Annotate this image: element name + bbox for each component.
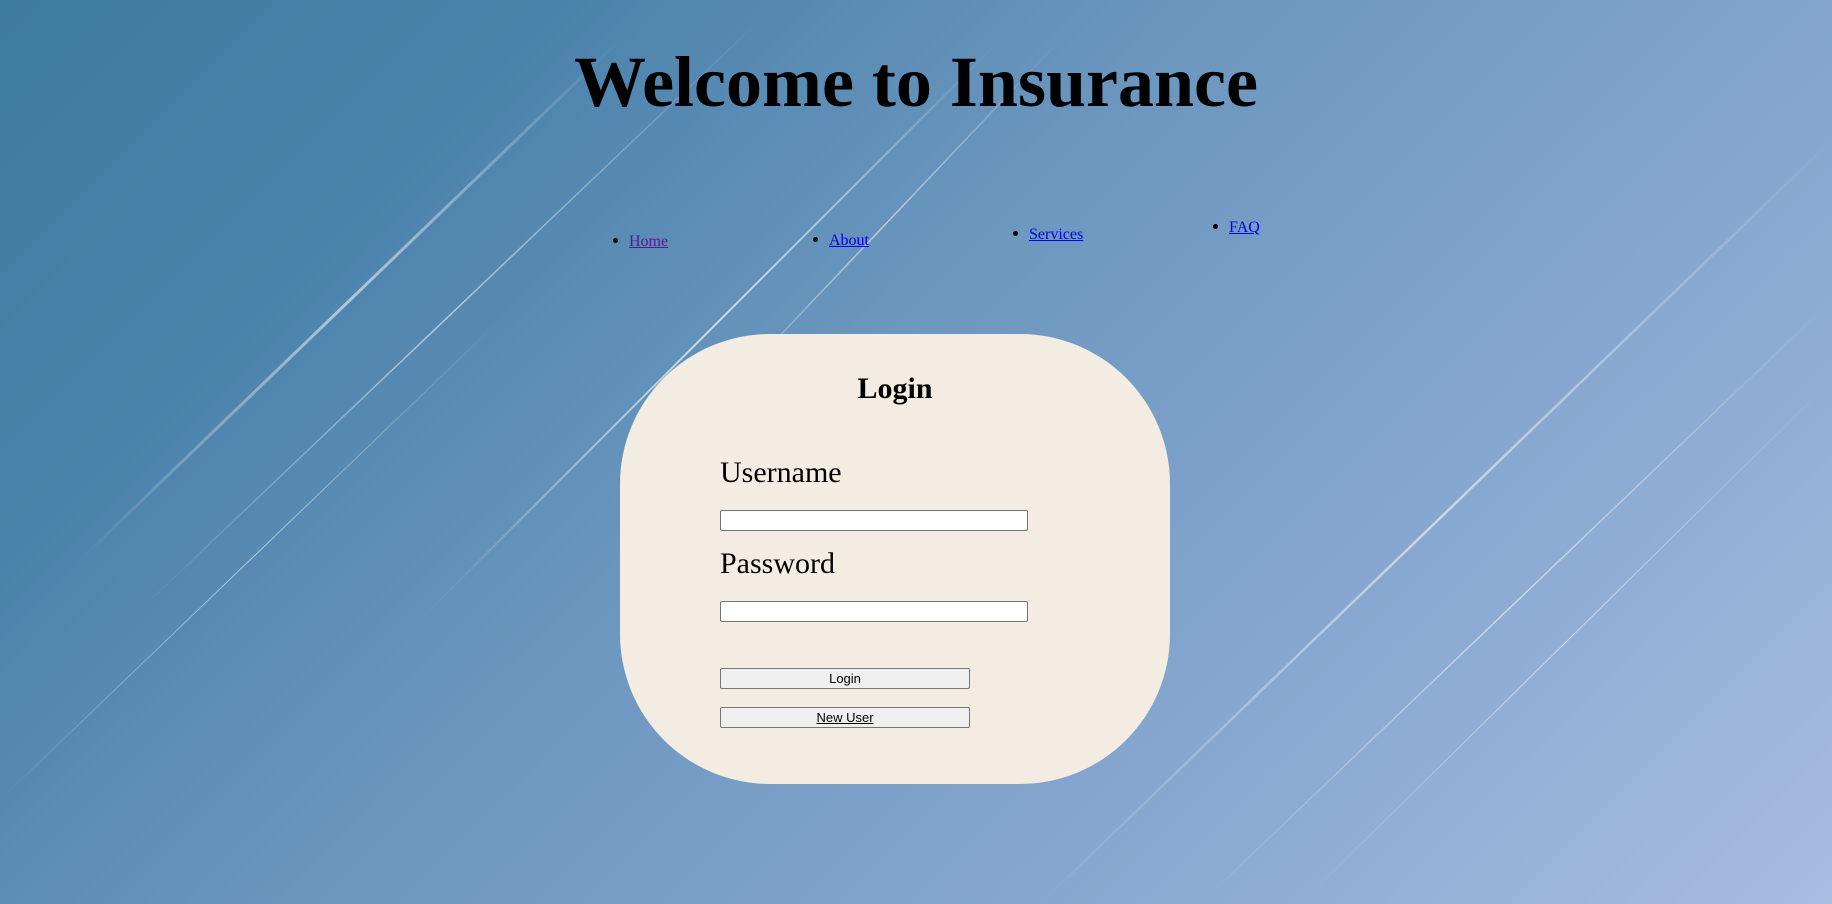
nav-link-services[interactable]: Services (1029, 226, 1083, 243)
bullet-icon (1213, 223, 1218, 229)
nav-item-about: About (813, 232, 869, 250)
bullet-icon (1013, 230, 1018, 236)
password-label: Password (720, 547, 836, 580)
nav-item-home: Home (613, 233, 668, 251)
nav-link-home[interactable]: Home (629, 233, 668, 250)
nav-item-faq: FAQ (1213, 219, 1260, 237)
password-input[interactable] (720, 601, 1028, 622)
nav-item-services: Services (1013, 226, 1083, 244)
nav-link-faq[interactable]: FAQ (1229, 219, 1260, 236)
username-label: Username (720, 456, 842, 489)
login-card: Login Username Password Login New User (620, 334, 1170, 784)
login-heading: Login (857, 372, 933, 405)
page-title: Welcome to Insurance (574, 42, 1258, 122)
bullet-icon (613, 237, 618, 243)
new-user-button[interactable]: New User (720, 707, 970, 728)
bullet-icon (813, 236, 818, 242)
username-input[interactable] (720, 510, 1028, 531)
login-button[interactable]: Login (720, 668, 970, 689)
nav-link-about[interactable]: About (829, 232, 869, 249)
